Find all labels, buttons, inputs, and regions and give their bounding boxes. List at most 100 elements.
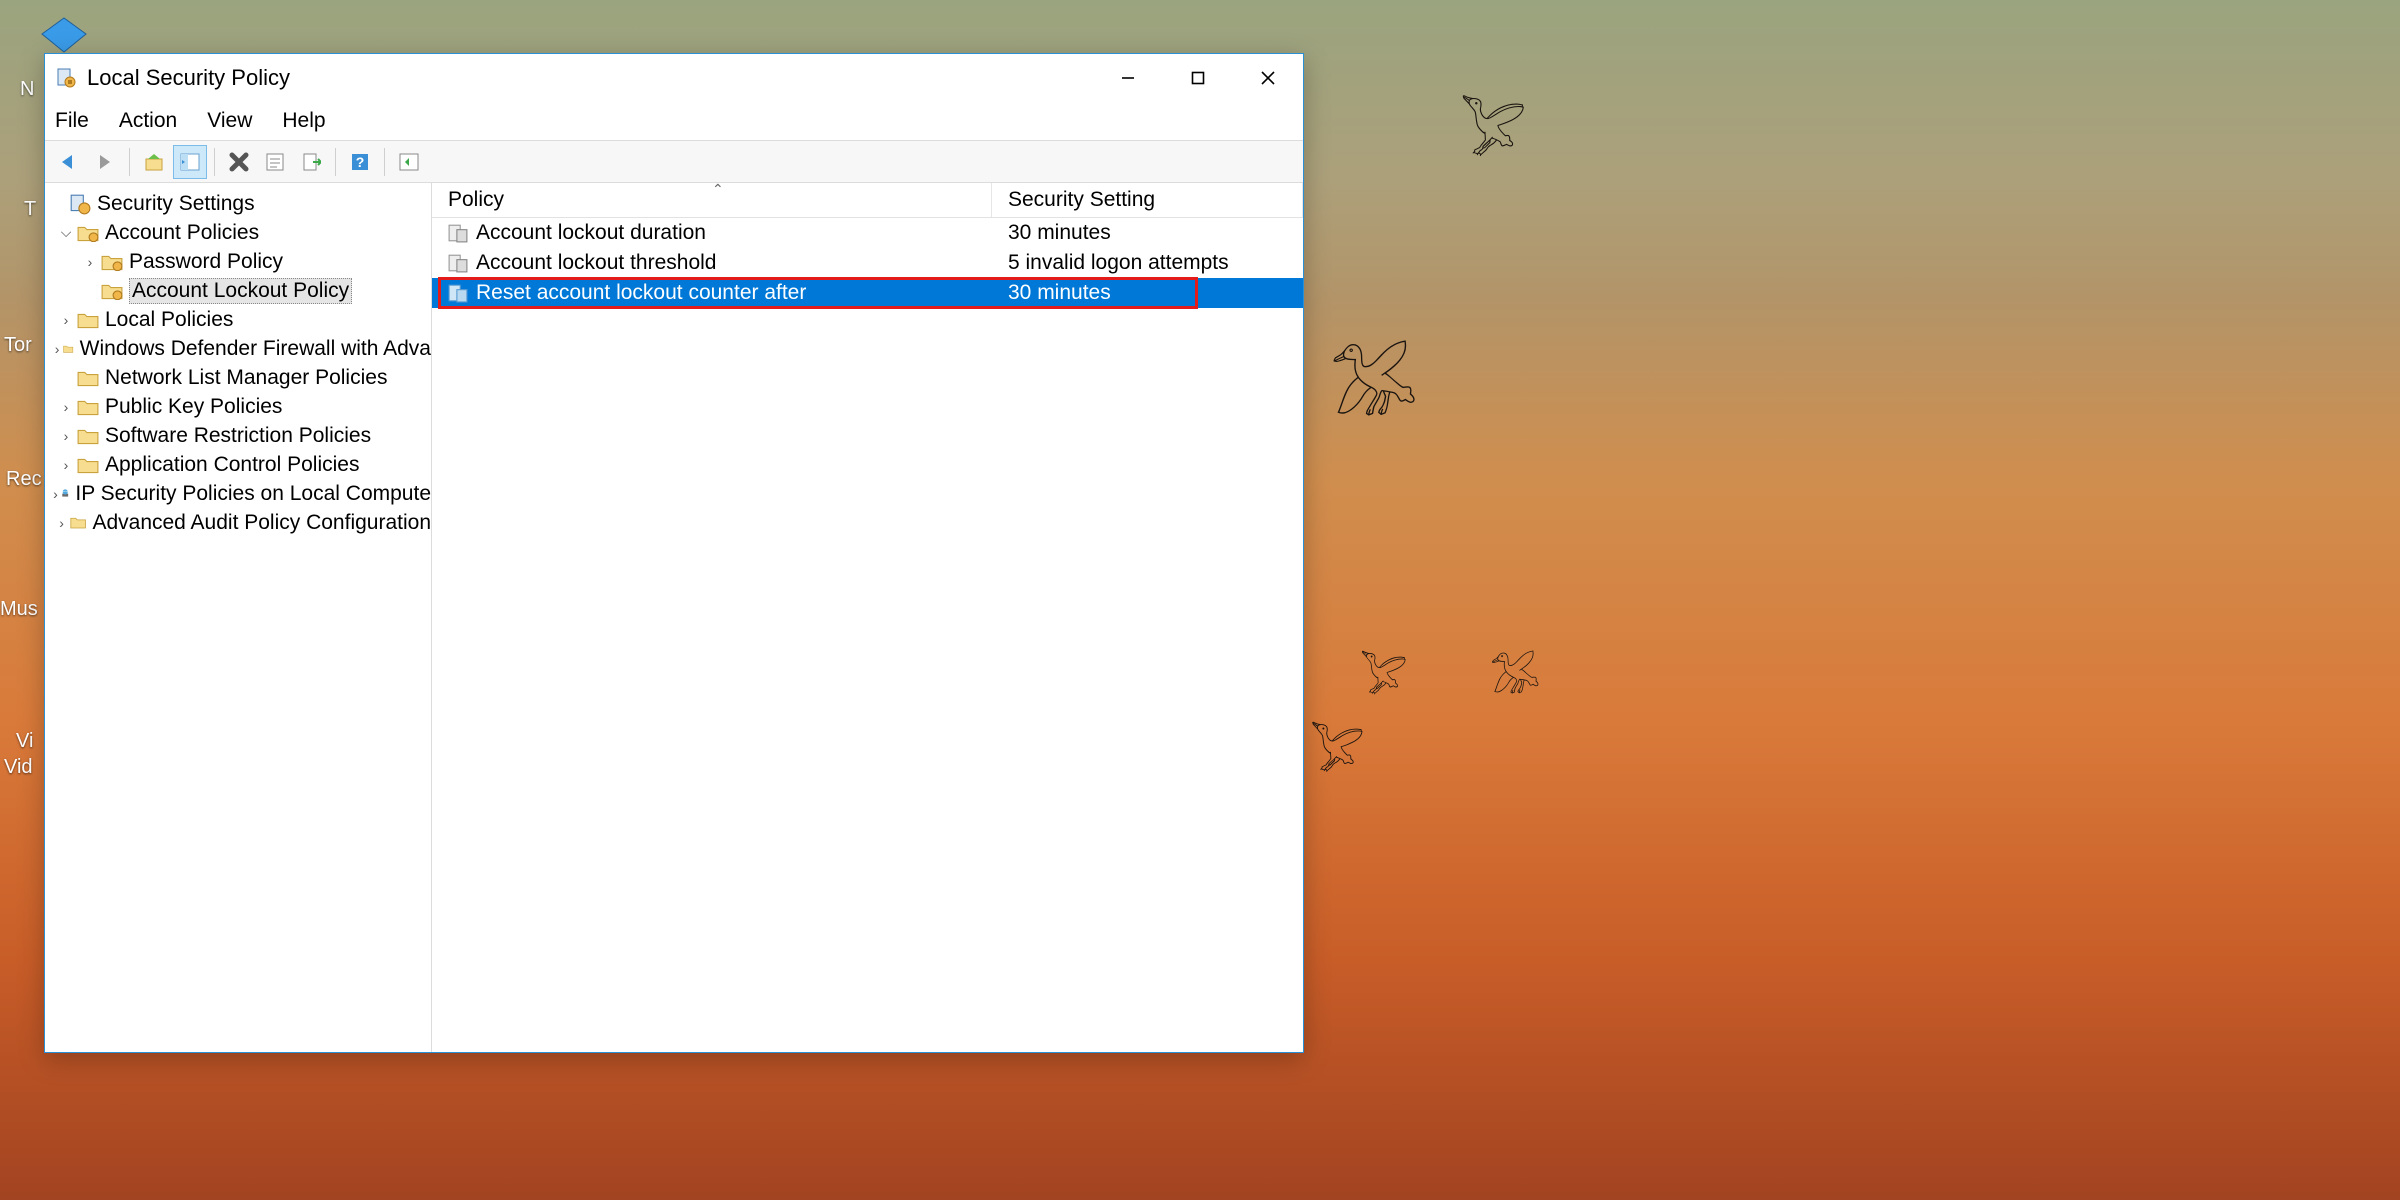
list-rows: Account lockout duration 30 minutes Acco… — [432, 218, 1303, 308]
tree-label: Local Policies — [105, 308, 233, 332]
folder-icon — [77, 426, 99, 446]
tree-label: Windows Defender Firewall with Adva — [80, 337, 431, 361]
chevron-right-icon[interactable]: › — [53, 341, 62, 357]
close-button[interactable] — [1233, 54, 1303, 102]
toolbar-separator — [214, 148, 215, 176]
policy-icon — [448, 223, 468, 243]
ipsec-icon — [61, 484, 69, 504]
tree-item-audit[interactable]: › Advanced Audit Policy Configuration — [45, 508, 431, 537]
policy-icon — [448, 253, 468, 273]
toolbar-separator — [129, 148, 130, 176]
chevron-right-icon[interactable]: › — [57, 428, 75, 444]
folder-icon — [77, 368, 99, 388]
folder-icon — [101, 281, 123, 301]
folder-icon — [63, 339, 73, 359]
tree-label: IP Security Policies on Local Compute — [75, 482, 431, 506]
folder-icon — [77, 223, 99, 243]
tree-label: Account Lockout Policy — [129, 278, 352, 304]
tree-label: Password Policy — [129, 250, 283, 274]
list-header[interactable]: Policy ⌃ Security Setting — [432, 183, 1303, 218]
policy-value: 30 minutes — [1008, 281, 1111, 305]
tree-item-local-policies[interactable]: › Local Policies — [45, 305, 431, 334]
tree-label: Advanced Audit Policy Configuration — [92, 511, 431, 535]
bird-silhouette: 𓅯 — [1460, 80, 1527, 172]
chevron-right-icon[interactable]: › — [57, 399, 75, 415]
desktop-label: Vi — [16, 730, 33, 753]
minimize-button[interactable] — [1093, 54, 1163, 102]
tree-item-app-control[interactable]: › Application Control Policies — [45, 450, 431, 479]
bird-silhouette: 𓅯 — [1310, 708, 1365, 784]
tree-item-firewall[interactable]: › Windows Defender Firewall with Adva — [45, 334, 431, 363]
policy-row[interactable]: Account lockout threshold 5 invalid logo… — [432, 248, 1303, 278]
desktop-label: Mus — [0, 598, 38, 621]
secpol-icon — [55, 67, 77, 89]
tree-item-password-policy[interactable]: › Password Policy — [45, 247, 431, 276]
sort-ascending-icon: ⌃ — [712, 181, 724, 198]
tree-pane[interactable]: Security Settings ⌵ Account Policies › P… — [45, 183, 432, 1052]
chevron-right-icon[interactable]: › — [57, 312, 75, 328]
secpol-icon — [69, 194, 91, 214]
desktop-label: N — [20, 78, 34, 101]
chevron-down-icon[interactable]: ⌵ — [57, 224, 75, 241]
svg-text:?: ? — [356, 154, 365, 170]
toolbar-separator — [384, 148, 385, 176]
tree-item-account-policies[interactable]: ⌵ Account Policies — [45, 218, 431, 247]
folder-icon — [77, 455, 99, 475]
help-button[interactable]: ? — [343, 145, 377, 179]
policy-row[interactable]: Account lockout duration 30 minutes — [432, 218, 1303, 248]
desktop-label: Rec — [6, 468, 42, 491]
tree-label: Network List Manager Policies — [105, 366, 387, 390]
menu-view[interactable]: View — [207, 105, 266, 137]
folder-icon — [101, 252, 123, 272]
chevron-right-icon[interactable]: › — [55, 515, 68, 531]
column-header-setting[interactable]: Security Setting — [992, 183, 1303, 217]
tree-item-public-key[interactable]: › Public Key Policies — [45, 392, 431, 421]
refresh-button[interactable] — [392, 145, 426, 179]
tree-label: Public Key Policies — [105, 395, 282, 419]
policy-row-selected[interactable]: Reset account lockout counter after 30 m… — [432, 278, 1303, 308]
tree-root[interactable]: Security Settings — [45, 189, 431, 218]
delete-button[interactable] — [222, 145, 256, 179]
policy-name: Account lockout threshold — [476, 251, 716, 275]
desktop-label: Vid — [4, 756, 33, 779]
chevron-right-icon[interactable]: › — [57, 457, 75, 473]
toolbar: ? — [45, 141, 1303, 183]
menu-action[interactable]: Action — [119, 105, 191, 137]
tree-label: Software Restriction Policies — [105, 424, 371, 448]
back-button[interactable] — [52, 145, 86, 179]
policy-value: 5 invalid logon attempts — [1008, 251, 1229, 275]
tree-label: Application Control Policies — [105, 453, 359, 477]
policy-name: Reset account lockout counter after — [476, 281, 806, 305]
folder-icon — [77, 397, 99, 417]
desktop-label: T — [24, 198, 36, 221]
chevron-right-icon[interactable]: › — [81, 254, 99, 270]
menubar: File Action View Help — [45, 102, 1303, 141]
tree-item-network-list[interactable]: Network List Manager Policies — [45, 363, 431, 392]
chevron-right-icon[interactable]: › — [52, 486, 59, 502]
menu-file[interactable]: File — [55, 105, 103, 137]
folder-icon — [70, 513, 86, 533]
maximize-button[interactable] — [1163, 54, 1233, 102]
menu-help[interactable]: Help — [282, 105, 339, 137]
desktop-label: Tor — [4, 334, 32, 357]
up-button[interactable] — [137, 145, 171, 179]
properties-button[interactable] — [258, 145, 292, 179]
window-controls — [1093, 54, 1303, 102]
forward-button[interactable] — [88, 145, 122, 179]
export-button[interactable] — [294, 145, 328, 179]
toolbar-separator — [335, 148, 336, 176]
tree-item-account-lockout-policy[interactable]: Account Lockout Policy — [45, 276, 431, 305]
tree-label: Account Policies — [105, 221, 259, 245]
bird-silhouette: 𓅮 — [1490, 640, 1540, 706]
list-pane: Policy ⌃ Security Setting Account lockou… — [432, 183, 1303, 1052]
policy-value: 30 minutes — [1008, 221, 1111, 245]
desktop-shortcut-icon[interactable] — [38, 12, 90, 56]
tree-item-software-restriction[interactable]: › Software Restriction Policies — [45, 421, 431, 450]
show-hide-tree-button[interactable] — [173, 145, 207, 179]
policy-name: Account lockout duration — [476, 221, 706, 245]
bird-silhouette: 𓅯 — [1360, 640, 1408, 706]
folder-icon — [77, 310, 99, 330]
titlebar[interactable]: Local Security Policy — [45, 54, 1303, 102]
local-security-policy-window: Local Security Policy File Action View H… — [44, 53, 1304, 1053]
tree-item-ipsec[interactable]: › IP Security Policies on Local Compute — [45, 479, 431, 508]
